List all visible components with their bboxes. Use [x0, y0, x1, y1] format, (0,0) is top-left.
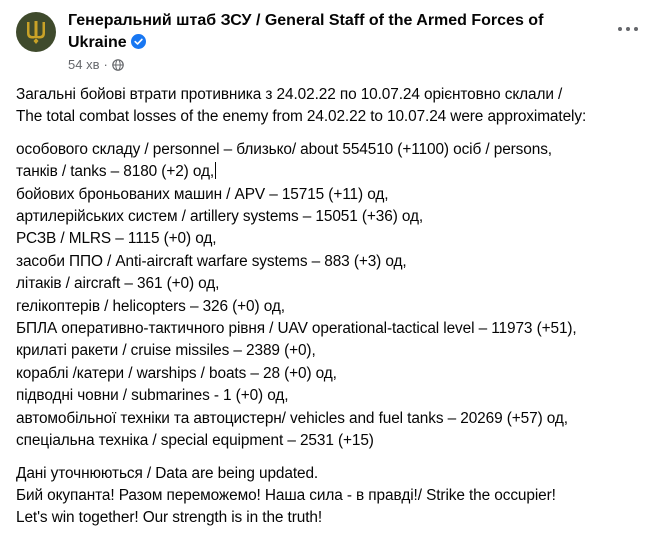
more-options-icon[interactable] [618, 21, 638, 37]
page-avatar[interactable] [16, 12, 56, 52]
intro-text-en: The total combat losses of the enemy fro… [16, 108, 587, 126]
post-meta: 54 хв · [68, 57, 124, 73]
loss-personnel: особового складу / personnel – близько/ … [16, 140, 552, 158]
post-timestamp[interactable]: 54 хв [68, 57, 99, 73]
facebook-post: Генеральний штаб ЗСУ / General Staff of … [0, 0, 661, 533]
loss-item: засоби ППО / Anti-aircraft warfare syste… [16, 252, 407, 270]
trident-icon [27, 21, 45, 44]
loss-item: танків / tanks – 8180 (+2) од, [16, 161, 656, 183]
loss-tanks: танків / tanks – 8180 (+2) од, [16, 163, 215, 181]
text-cursor [215, 162, 217, 180]
outro-text: Дані уточнюються / Data are being update… [16, 464, 319, 482]
post-author[interactable]: Генеральний штаб ЗСУ / General Staff of … [68, 10, 588, 54]
loss-item: автомобільної техніки та автоцистерн/ ve… [16, 409, 568, 427]
loss-item: спеціальна техніка / special equipment –… [16, 432, 374, 450]
loss-item: літаків / aircraft – 361 (+0) од, [16, 275, 220, 293]
verified-badge-icon [130, 34, 146, 49]
loss-item: кораблі /катери / warships / boats – 28 … [16, 364, 337, 382]
post-text: Загальні бойові втрати противника з 24.0… [16, 84, 656, 530]
intro-text: Загальні бойові втрати противника з 24.0… [16, 86, 563, 103]
loss-item: БПЛА оперативно-тактичного рівня / UAV o… [16, 320, 577, 338]
outro-text: Let's win together! Our strength is in t… [16, 509, 323, 527]
globe-icon[interactable] [112, 59, 124, 71]
outro-text: Бий окупанта! Разом переможемо! Наша сил… [16, 486, 556, 504]
loss-item: РСЗВ / MLRS – 1115 (+0) од, [16, 230, 217, 248]
loss-item: крилаті ракети / cruise missiles – 2389 … [16, 342, 316, 360]
loss-item: підводні човни / submarines - 1 (+0) од, [16, 387, 289, 405]
loss-item: бойових броньованих машин / APV – 15715 … [16, 185, 389, 203]
losses-list: особового складу / personnel – близько/ … [16, 139, 656, 453]
loss-item: гелікоптерів / helicopters – 326 (+0) од… [16, 297, 285, 315]
loss-item: артилерійських систем / artillery system… [16, 208, 424, 226]
